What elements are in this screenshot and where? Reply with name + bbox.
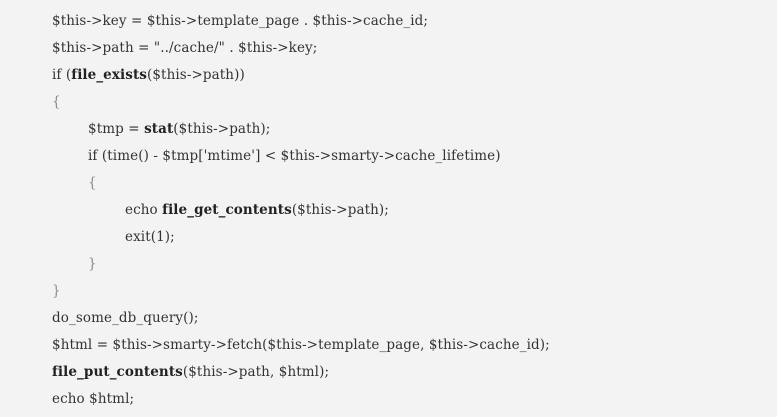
code-text: $this->key = $this->template_page . $thi… xyxy=(52,13,429,29)
code-function-name: file_exists xyxy=(71,67,147,83)
code-line: exit(1); xyxy=(0,224,777,251)
code-text: if (time() - $tmp['mtime'] < $this->smar… xyxy=(88,148,501,164)
code-text: ($this->path, $html); xyxy=(182,364,330,380)
code-line: do_some_db_query(); xyxy=(0,305,777,332)
code-text: $this->path = "../cache/" . $this->key; xyxy=(52,40,318,56)
code-text: exit(1); xyxy=(125,229,175,245)
code-text: if ( xyxy=(52,67,72,83)
code-line: file_put_contents($this->path, $html); xyxy=(0,359,777,386)
code-text: do_some_db_query(); xyxy=(52,310,199,326)
code-line: $this->key = $this->template_page . $thi… xyxy=(0,8,777,35)
code-line: } xyxy=(0,251,777,278)
code-line: $html = $this->smarty->fetch($this->temp… xyxy=(0,332,777,359)
code-brace: { xyxy=(88,175,97,191)
code-text: $tmp = xyxy=(88,121,145,137)
code-brace: { xyxy=(52,94,61,110)
code-line: { xyxy=(0,170,777,197)
code-line: { xyxy=(0,89,777,116)
code-line: } xyxy=(0,278,777,305)
code-function-name: file_put_contents xyxy=(52,364,183,380)
code-function-name: file_get_contents xyxy=(162,202,292,218)
code-text: echo xyxy=(125,202,163,218)
code-line: if (file_exists($this->path)) xyxy=(0,62,777,89)
code-brace: } xyxy=(52,283,61,299)
code-line: echo file_get_contents($this->path); xyxy=(0,197,777,224)
code-text: echo $html; xyxy=(52,391,135,407)
code-text: ($this->path)) xyxy=(147,67,245,83)
code-brace: } xyxy=(88,256,97,272)
code-listing: $this->key = $this->template_page . $thi… xyxy=(0,0,777,417)
code-function-name: stat xyxy=(144,121,174,137)
code-text: ($this->path); xyxy=(291,202,389,218)
code-line: $this->path = "../cache/" . $this->key; xyxy=(0,35,777,62)
code-text: ($this->path); xyxy=(173,121,271,137)
code-line: $tmp = stat($this->path); xyxy=(0,116,777,143)
code-text: $html = $this->smarty->fetch($this->temp… xyxy=(52,337,550,353)
code-line: echo $html; xyxy=(0,386,777,413)
code-line: if (time() - $tmp['mtime'] < $this->smar… xyxy=(0,143,777,170)
